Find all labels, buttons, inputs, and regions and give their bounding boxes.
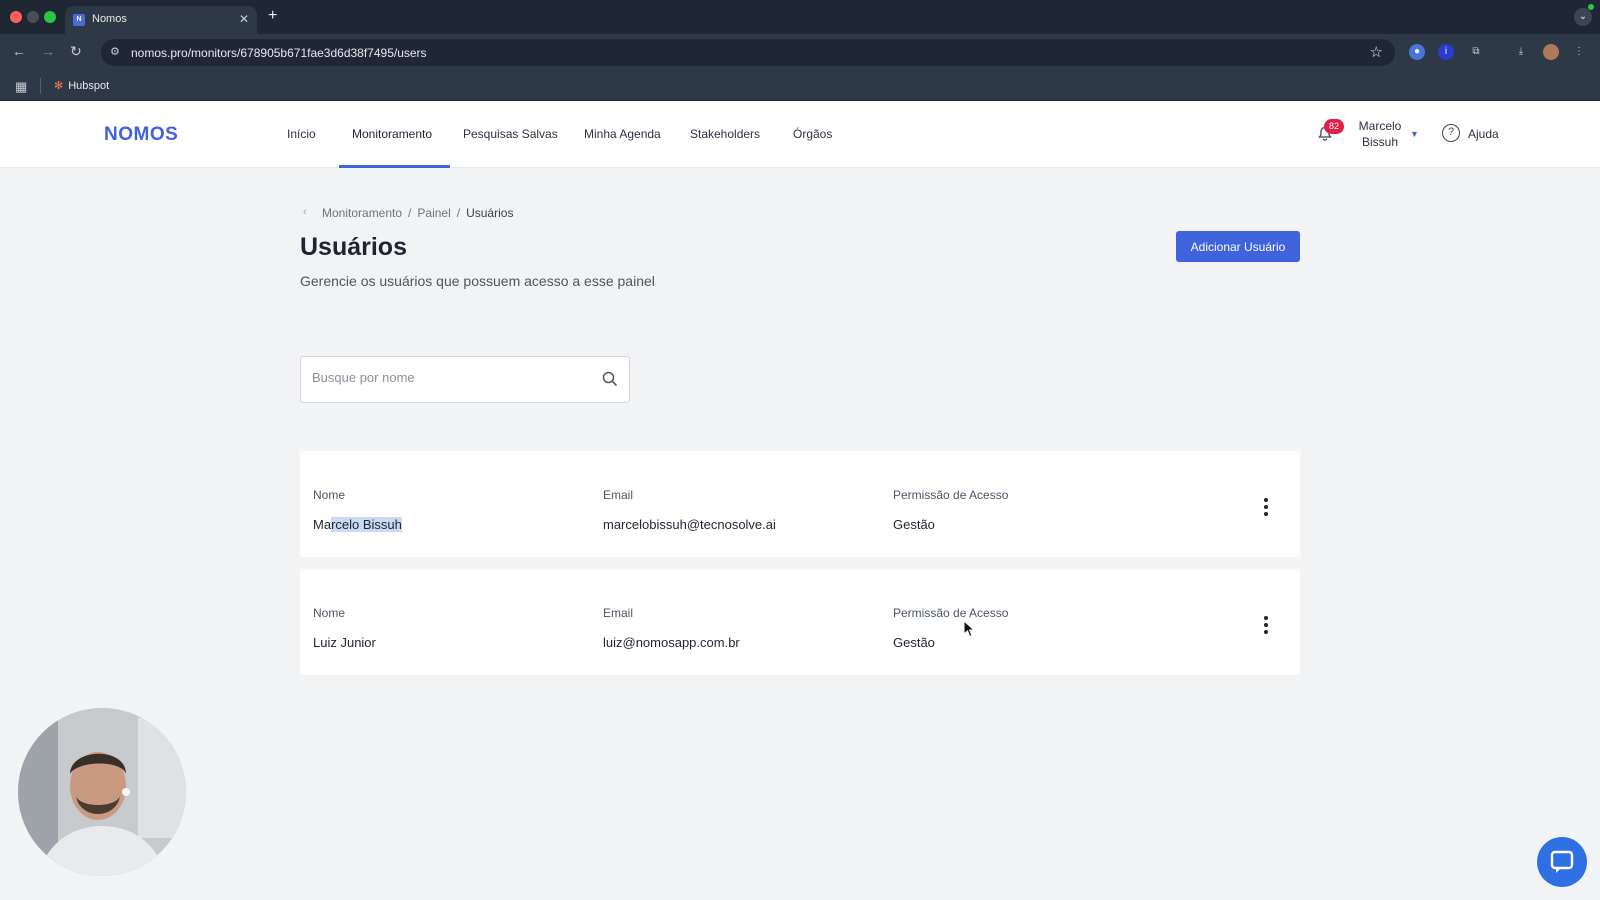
user-email: luiz@nomosapp.com.br: [603, 635, 740, 650]
help-label[interactable]: Ajuda: [1468, 127, 1499, 141]
minimize-window-button[interactable]: [27, 11, 39, 23]
status-dot: [1588, 4, 1594, 10]
bookmark-label: Hubspot: [68, 80, 110, 92]
back-icon[interactable]: ←: [12, 43, 26, 59]
profile-avatar[interactable]: [1543, 44, 1559, 60]
bookmarks-divider: [40, 78, 41, 94]
close-window-button[interactable]: [10, 11, 22, 23]
hubspot-icon: ✻: [54, 80, 64, 92]
mouse-cursor-icon: [963, 620, 975, 638]
add-user-button[interactable]: Adicionar Usuário: [1176, 231, 1300, 262]
user-name-text: Ma: [313, 517, 332, 532]
close-tab-icon[interactable]: ✕: [239, 12, 249, 26]
chat-icon: [1550, 850, 1574, 873]
browser-menu-icon[interactable]: ⋮: [1571, 44, 1587, 60]
permission-column-label: Permissão de Acesso: [893, 606, 1009, 620]
new-tab-icon[interactable]: +: [268, 7, 277, 25]
user-permission: Gestão: [893, 635, 935, 650]
chat-widget-button[interactable]: [1537, 837, 1587, 887]
user-first-name: Marcelo: [1358, 119, 1402, 133]
breadcrumb-usuarios: Usuários: [466, 206, 514, 220]
breadcrumb-painel[interactable]: Painel: [417, 206, 450, 220]
browser-tab[interactable]: N Nomos ✕: [65, 6, 257, 34]
name-column-label: Nome: [313, 488, 346, 502]
breadcrumb: Monitoramento / Painel / Usuários: [322, 206, 513, 220]
apps-grid-icon[interactable]: ▦: [15, 79, 27, 95]
tab-search-icon[interactable]: ⌄: [1574, 8, 1592, 26]
chevron-down-icon[interactable]: ▼: [1410, 129, 1419, 139]
browser-toolbar: ← → ↻ ⚙ nomos.pro/monitors/678905b671fae…: [0, 34, 1600, 71]
tab-title: Nomos: [92, 13, 127, 25]
permission-column-label: Permissão de Acesso: [893, 488, 1009, 502]
star-icon[interactable]: ☆: [1370, 43, 1383, 61]
user-menu[interactable]: Marcelo Bissuh: [1356, 118, 1404, 150]
selected-text: rcelo Bissuh: [331, 517, 402, 532]
page-subtitle: Gerencie os usuários que possuem acesso …: [300, 273, 655, 289]
page-title: Usuários: [300, 233, 407, 261]
bookmarks-bar: ▦ ✻ Hubspot: [0, 71, 1600, 101]
nav-pesquisas-salvas[interactable]: Pesquisas Salvas: [463, 127, 558, 141]
browser-tabbar: N Nomos ✕ + ⌄: [0, 0, 1600, 34]
breadcrumb-separator: /: [408, 206, 412, 220]
user-card: Nome Email Permissão de Acesso Marcelo B…: [300, 451, 1300, 557]
nav-inicio[interactable]: Início: [287, 127, 316, 141]
kebab-icon[interactable]: [1259, 615, 1273, 635]
webcam-overlay: [18, 708, 186, 876]
chevron-left-icon[interactable]: ‹: [303, 206, 307, 218]
nav-minha-agenda[interactable]: Minha Agenda: [584, 127, 661, 141]
app-header: NOMOS Início Monitoramento Pesquisas Sal…: [0, 101, 1600, 168]
site-settings-icon[interactable]: ⚙: [110, 45, 120, 58]
address-bar[interactable]: ⚙ nomos.pro/monitors/678905b671fae3d6d38…: [101, 39, 1395, 66]
email-column-label: Email: [603, 488, 634, 502]
bookmark-hubspot[interactable]: ✻ Hubspot: [54, 79, 109, 92]
nav-orgaos[interactable]: Órgãos: [793, 127, 832, 141]
extension-icon[interactable]: i: [1438, 44, 1454, 60]
breadcrumb-monitoramento[interactable]: Monitoramento: [322, 206, 402, 220]
download-icon[interactable]: ⤓: [1513, 44, 1529, 60]
user-card: Nome Email Permissão de Acesso Luiz Juni…: [300, 569, 1300, 675]
active-nav-indicator: [339, 165, 450, 168]
nomos-logo[interactable]: NOMOS: [104, 124, 178, 146]
user-last-name: Bissuh: [1361, 135, 1399, 149]
notification-badge: 82: [1324, 119, 1344, 134]
user-permission: Gestão: [893, 517, 935, 532]
kebab-icon[interactable]: [1259, 497, 1273, 517]
nomos-favicon-icon: N: [73, 14, 85, 26]
user-name: Luiz Junior: [313, 635, 376, 650]
email-column-label: Email: [603, 606, 634, 620]
search-icon[interactable]: [601, 370, 619, 388]
password-extension-icon[interactable]: ●: [1409, 44, 1425, 60]
nav-stakeholders[interactable]: Stakeholders: [690, 127, 760, 141]
search-box: [300, 356, 630, 403]
name-column-label: Nome: [313, 606, 346, 620]
breadcrumb-separator: /: [456, 206, 461, 220]
reload-icon[interactable]: ↻: [70, 43, 82, 60]
forward-icon[interactable]: →: [41, 43, 55, 59]
maximize-window-button[interactable]: [44, 11, 56, 23]
person-avatar-icon: [18, 708, 186, 876]
user-email: marcelobissuh@tecnosolve.ai: [603, 517, 776, 532]
puzzle-icon[interactable]: ⧉: [1468, 44, 1484, 60]
search-input[interactable]: [312, 370, 582, 385]
url-text[interactable]: nomos.pro/monitors/678905b671fae3d6d38f7…: [131, 46, 427, 60]
nav-monitoramento[interactable]: Monitoramento: [352, 127, 432, 141]
help-icon[interactable]: ?: [1442, 124, 1460, 142]
user-name: Marcelo Bissuh: [313, 517, 402, 532]
